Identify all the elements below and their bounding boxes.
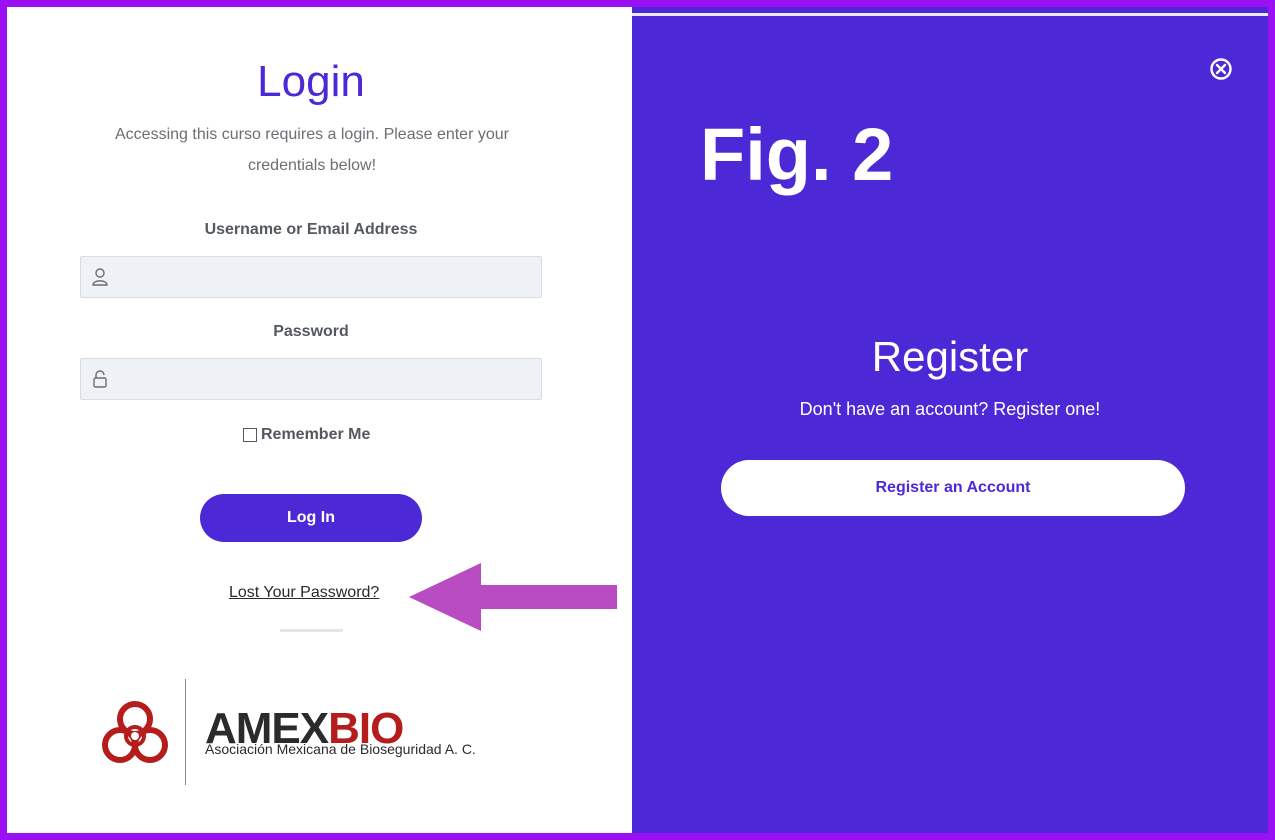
username-field[interactable] — [80, 256, 542, 299]
close-circle-icon[interactable] — [1209, 57, 1233, 81]
logo-tagline: Asociación Mexicana de Bioseguridad A. C… — [205, 741, 476, 757]
password-label: Password — [273, 323, 349, 340]
divider — [280, 629, 343, 632]
screenshot-frame: Login Accessing this curso requires a lo… — [0, 0, 1275, 840]
register-subtitle: Don't have an account? Register one! — [799, 399, 1101, 419]
remember-me[interactable]: Remember Me — [243, 425, 370, 445]
register-title: Register — [871, 333, 1029, 380]
username-input[interactable] — [117, 257, 531, 299]
login-panel: Login Accessing this curso requires a lo… — [7, 7, 632, 833]
remember-me-checkbox[interactable] — [243, 428, 257, 442]
login-title: Login — [257, 57, 365, 106]
arrow-left-icon — [409, 563, 617, 631]
lost-password-link[interactable]: Lost Your Password? — [229, 584, 379, 602]
logo-separator — [185, 679, 186, 785]
password-input[interactable] — [117, 359, 531, 401]
lock-icon — [93, 370, 107, 388]
register-account-button[interactable]: Register an Account — [721, 460, 1185, 516]
biohazard-icon — [102, 701, 168, 763]
log-in-button[interactable]: Log In — [200, 494, 422, 542]
login-subtitle: Accessing this curso requires a login. P… — [115, 126, 509, 174]
register-panel: Fig. 2 Register Don't have an account? R… — [632, 7, 1268, 833]
remember-me-label: Remember Me — [261, 426, 371, 443]
username-label: Username or Email Address — [204, 221, 418, 238]
user-icon — [92, 268, 108, 286]
password-field[interactable] — [80, 358, 542, 401]
top-border-line — [632, 13, 1268, 16]
figure-label: Fig. 2 — [700, 113, 894, 196]
amexbio-logo: AMEXBIO Asociación Mexicana de Bioseguri… — [95, 679, 535, 787]
